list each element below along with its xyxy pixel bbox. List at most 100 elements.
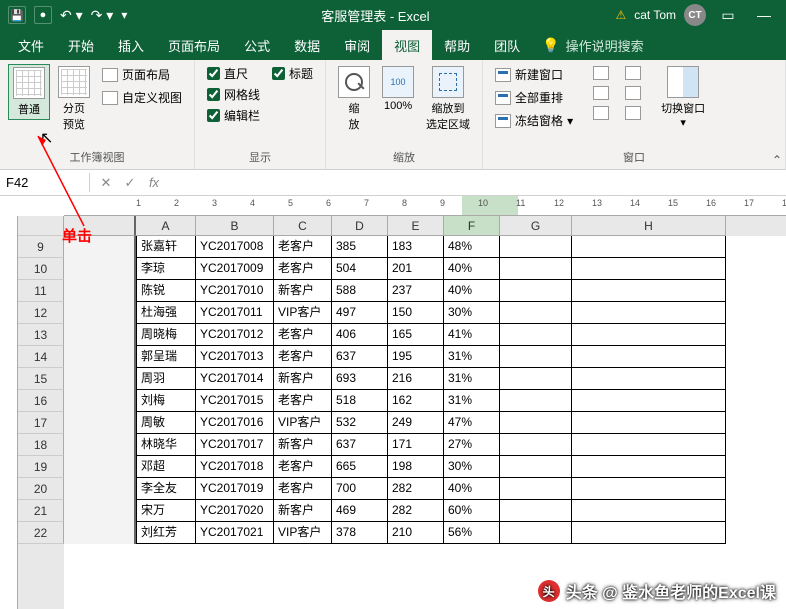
row-header[interactable]: 18 [18,434,64,456]
tab-file[interactable]: 文件 [6,30,56,61]
tell-me-search[interactable]: 💡 操作说明搜索 [532,36,653,55]
row-header[interactable]: 15 [18,368,64,390]
column-header[interactable]: C [274,216,332,236]
cell[interactable]: 宋万 [136,500,196,522]
cell[interactable] [500,302,572,324]
column-header[interactable]: D [332,216,388,236]
row-header[interactable]: 14 [18,346,64,368]
cell[interactable]: YC2017019 [196,478,274,500]
cell[interactable]: 385 [332,236,388,258]
cell[interactable]: 周敏 [136,412,196,434]
cell[interactable]: 406 [332,324,388,346]
cell[interactable] [572,500,726,522]
tab-help[interactable]: 帮助 [432,30,482,61]
unhide-button[interactable] [589,104,613,122]
tab-page-layout[interactable]: 页面布局 [156,30,232,61]
cell[interactable] [500,236,572,258]
cell[interactable] [500,478,572,500]
cell[interactable]: 165 [388,324,444,346]
cell[interactable]: YC2017014 [196,368,274,390]
row-header[interactable]: 19 [18,456,64,478]
zoom-button[interactable]: 缩 放 [334,64,374,134]
cell[interactable]: 李琼 [136,258,196,280]
cell[interactable] [572,368,726,390]
cell[interactable]: 237 [388,280,444,302]
cell[interactable]: 杜海强 [136,302,196,324]
tab-review[interactable]: 审阅 [332,30,382,61]
row-header[interactable]: 9 [18,236,64,258]
cell[interactable]: 183 [388,236,444,258]
cell[interactable]: YC2017015 [196,390,274,412]
formula-bar-checkbox[interactable]: 编辑栏 [203,106,264,125]
cell[interactable]: YC2017012 [196,324,274,346]
cell[interactable]: 588 [332,280,388,302]
cell[interactable]: 新客户 [274,368,332,390]
cell[interactable]: 162 [388,390,444,412]
cell[interactable] [500,368,572,390]
cell[interactable]: 201 [388,258,444,280]
cell[interactable]: 新客户 [274,434,332,456]
cell[interactable]: 518 [332,390,388,412]
cell[interactable] [572,324,726,346]
cell[interactable] [572,412,726,434]
horizontal-ruler[interactable]: 123456789101112131415161718 [64,196,786,216]
cell[interactable]: 刘红芳 [136,522,196,544]
column-header[interactable]: F [444,216,500,236]
cell[interactable] [572,390,726,412]
qat-customize[interactable]: ▾ [121,8,127,22]
cell[interactable]: YC2017009 [196,258,274,280]
cell[interactable]: 刘梅 [136,390,196,412]
cell[interactable]: YC2017008 [196,236,274,258]
cell[interactable] [500,456,572,478]
page-layout-button[interactable]: 页面布局 [98,64,186,85]
name-box[interactable]: F42 [0,173,90,192]
cell[interactable]: 60% [444,500,500,522]
cell[interactable]: 40% [444,478,500,500]
formula-input[interactable] [170,181,786,185]
row-header[interactable]: 12 [18,302,64,324]
cell[interactable]: VIP客户 [274,522,332,544]
cell[interactable] [572,280,726,302]
cell[interactable]: 378 [332,522,388,544]
cell[interactable]: VIP客户 [274,302,332,324]
row-header[interactable]: 22 [18,522,64,544]
tab-team[interactable]: 团队 [482,30,532,61]
cell[interactable]: 新客户 [274,280,332,302]
cell[interactable] [500,346,572,368]
cell[interactable]: 497 [332,302,388,324]
column-header[interactable]: H [572,216,726,236]
cell[interactable] [500,500,572,522]
custom-views-button[interactable]: 自定义视图 [98,87,186,108]
cell[interactable] [572,236,726,258]
cell[interactable]: 48% [444,236,500,258]
undo-button[interactable]: ↶ ▾ [60,7,83,24]
cell[interactable]: 40% [444,280,500,302]
cell[interactable] [500,324,572,346]
cell[interactable]: 40% [444,258,500,280]
column-header[interactable]: G [500,216,572,236]
cell[interactable]: YC2017010 [196,280,274,302]
cell[interactable]: YC2017016 [196,412,274,434]
cell[interactable] [500,522,572,544]
column-header[interactable]: B [196,216,274,236]
tab-home[interactable]: 开始 [56,30,106,61]
side-by-side-button[interactable] [621,64,645,82]
arrange-all-button[interactable]: 全部重排 [491,87,577,108]
cell[interactable]: 李全友 [136,478,196,500]
cell[interactable]: 700 [332,478,388,500]
cell[interactable] [572,258,726,280]
ruler-checkbox[interactable]: 直尺 [203,64,264,83]
cell[interactable]: 老客户 [274,478,332,500]
column-header[interactable]: A [136,216,196,236]
cell[interactable]: 张嘉轩 [136,236,196,258]
cell[interactable]: 210 [388,522,444,544]
cell[interactable]: 老客户 [274,236,332,258]
cell[interactable]: 老客户 [274,456,332,478]
cell[interactable]: 新客户 [274,500,332,522]
row-header[interactable]: 13 [18,324,64,346]
cell[interactable]: YC2017011 [196,302,274,324]
cell[interactable] [572,456,726,478]
reset-position-button[interactable] [621,104,645,122]
column-header[interactable]: E [388,216,444,236]
save-button[interactable]: 💾 [8,6,26,24]
